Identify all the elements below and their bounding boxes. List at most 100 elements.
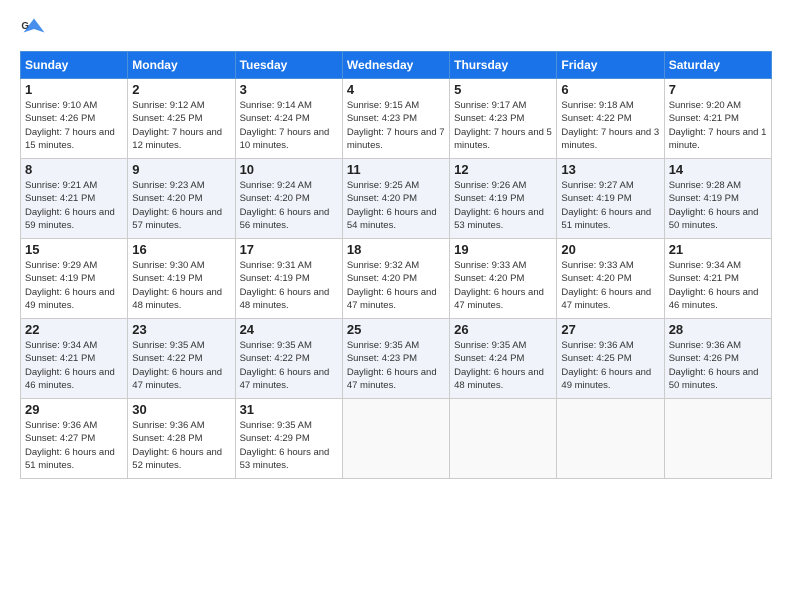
day-number: 8 xyxy=(25,162,123,177)
day-number: 18 xyxy=(347,242,445,257)
day-number: 30 xyxy=(132,402,230,417)
calendar-page: G SundayMondayTuesdayWednesdayThursdayFr… xyxy=(0,0,792,612)
calendar-cell xyxy=(557,399,664,479)
day-number: 2 xyxy=(132,82,230,97)
day-number: 17 xyxy=(240,242,338,257)
day-info: Sunrise: 9:35 AMSunset: 4:23 PMDaylight:… xyxy=(347,339,445,392)
day-info: Sunrise: 9:29 AMSunset: 4:19 PMDaylight:… xyxy=(25,259,123,312)
calendar-cell: 24 Sunrise: 9:35 AMSunset: 4:22 PMDaylig… xyxy=(235,319,342,399)
calendar-cell: 27 Sunrise: 9:36 AMSunset: 4:25 PMDaylig… xyxy=(557,319,664,399)
calendar-cell: 15 Sunrise: 9:29 AMSunset: 4:19 PMDaylig… xyxy=(21,239,128,319)
day-info: Sunrise: 9:24 AMSunset: 4:20 PMDaylight:… xyxy=(240,179,338,232)
day-number: 1 xyxy=(25,82,123,97)
logo-icon: G xyxy=(20,15,48,43)
day-info: Sunrise: 9:12 AMSunset: 4:25 PMDaylight:… xyxy=(132,99,230,152)
day-number: 29 xyxy=(25,402,123,417)
day-info: Sunrise: 9:31 AMSunset: 4:19 PMDaylight:… xyxy=(240,259,338,312)
day-info: Sunrise: 9:18 AMSunset: 4:22 PMDaylight:… xyxy=(561,99,659,152)
day-number: 14 xyxy=(669,162,767,177)
calendar-cell xyxy=(664,399,771,479)
calendar-cell xyxy=(450,399,557,479)
calendar-cell: 28 Sunrise: 9:36 AMSunset: 4:26 PMDaylig… xyxy=(664,319,771,399)
week-row-4: 22 Sunrise: 9:34 AMSunset: 4:21 PMDaylig… xyxy=(21,319,772,399)
header-row: SundayMondayTuesdayWednesdayThursdayFrid… xyxy=(21,52,772,79)
header-monday: Monday xyxy=(128,52,235,79)
logo: G xyxy=(20,15,52,43)
day-info: Sunrise: 9:15 AMSunset: 4:23 PMDaylight:… xyxy=(347,99,445,152)
calendar-cell: 17 Sunrise: 9:31 AMSunset: 4:19 PMDaylig… xyxy=(235,239,342,319)
calendar-cell: 23 Sunrise: 9:35 AMSunset: 4:22 PMDaylig… xyxy=(128,319,235,399)
calendar-cell: 16 Sunrise: 9:30 AMSunset: 4:19 PMDaylig… xyxy=(128,239,235,319)
calendar-cell: 20 Sunrise: 9:33 AMSunset: 4:20 PMDaylig… xyxy=(557,239,664,319)
day-info: Sunrise: 9:23 AMSunset: 4:20 PMDaylight:… xyxy=(132,179,230,232)
day-info: Sunrise: 9:14 AMSunset: 4:24 PMDaylight:… xyxy=(240,99,338,152)
day-info: Sunrise: 9:10 AMSunset: 4:26 PMDaylight:… xyxy=(25,99,123,152)
week-row-1: 1 Sunrise: 9:10 AMSunset: 4:26 PMDayligh… xyxy=(21,79,772,159)
day-info: Sunrise: 9:27 AMSunset: 4:19 PMDaylight:… xyxy=(561,179,659,232)
day-number: 23 xyxy=(132,322,230,337)
day-info: Sunrise: 9:35 AMSunset: 4:24 PMDaylight:… xyxy=(454,339,552,392)
day-number: 19 xyxy=(454,242,552,257)
day-number: 22 xyxy=(25,322,123,337)
calendar-cell: 30 Sunrise: 9:36 AMSunset: 4:28 PMDaylig… xyxy=(128,399,235,479)
day-number: 5 xyxy=(454,82,552,97)
day-info: Sunrise: 9:34 AMSunset: 4:21 PMDaylight:… xyxy=(669,259,767,312)
day-number: 26 xyxy=(454,322,552,337)
calendar-cell: 26 Sunrise: 9:35 AMSunset: 4:24 PMDaylig… xyxy=(450,319,557,399)
day-number: 15 xyxy=(25,242,123,257)
calendar-cell: 13 Sunrise: 9:27 AMSunset: 4:19 PMDaylig… xyxy=(557,159,664,239)
day-number: 31 xyxy=(240,402,338,417)
header-thursday: Thursday xyxy=(450,52,557,79)
day-number: 21 xyxy=(669,242,767,257)
calendar-cell: 14 Sunrise: 9:28 AMSunset: 4:19 PMDaylig… xyxy=(664,159,771,239)
calendar-cell: 12 Sunrise: 9:26 AMSunset: 4:19 PMDaylig… xyxy=(450,159,557,239)
calendar-cell: 22 Sunrise: 9:34 AMSunset: 4:21 PMDaylig… xyxy=(21,319,128,399)
calendar-cell: 6 Sunrise: 9:18 AMSunset: 4:22 PMDayligh… xyxy=(557,79,664,159)
calendar-cell: 19 Sunrise: 9:33 AMSunset: 4:20 PMDaylig… xyxy=(450,239,557,319)
calendar-cell: 7 Sunrise: 9:20 AMSunset: 4:21 PMDayligh… xyxy=(664,79,771,159)
header-sunday: Sunday xyxy=(21,52,128,79)
day-number: 12 xyxy=(454,162,552,177)
day-number: 20 xyxy=(561,242,659,257)
day-number: 28 xyxy=(669,322,767,337)
page-header: G xyxy=(20,15,772,43)
calendar-cell: 9 Sunrise: 9:23 AMSunset: 4:20 PMDayligh… xyxy=(128,159,235,239)
calendar-cell: 18 Sunrise: 9:32 AMSunset: 4:20 PMDaylig… xyxy=(342,239,449,319)
day-info: Sunrise: 9:32 AMSunset: 4:20 PMDaylight:… xyxy=(347,259,445,312)
day-number: 6 xyxy=(561,82,659,97)
day-info: Sunrise: 9:33 AMSunset: 4:20 PMDaylight:… xyxy=(454,259,552,312)
day-info: Sunrise: 9:17 AMSunset: 4:23 PMDaylight:… xyxy=(454,99,552,152)
header-friday: Friday xyxy=(557,52,664,79)
day-number: 3 xyxy=(240,82,338,97)
calendar-cell: 3 Sunrise: 9:14 AMSunset: 4:24 PMDayligh… xyxy=(235,79,342,159)
day-info: Sunrise: 9:36 AMSunset: 4:28 PMDaylight:… xyxy=(132,419,230,472)
day-info: Sunrise: 9:25 AMSunset: 4:20 PMDaylight:… xyxy=(347,179,445,232)
header-wednesday: Wednesday xyxy=(342,52,449,79)
calendar-cell: 25 Sunrise: 9:35 AMSunset: 4:23 PMDaylig… xyxy=(342,319,449,399)
day-number: 24 xyxy=(240,322,338,337)
day-number: 11 xyxy=(347,162,445,177)
week-row-2: 8 Sunrise: 9:21 AMSunset: 4:21 PMDayligh… xyxy=(21,159,772,239)
day-info: Sunrise: 9:35 AMSunset: 4:22 PMDaylight:… xyxy=(240,339,338,392)
day-info: Sunrise: 9:36 AMSunset: 4:26 PMDaylight:… xyxy=(669,339,767,392)
day-info: Sunrise: 9:28 AMSunset: 4:19 PMDaylight:… xyxy=(669,179,767,232)
day-number: 4 xyxy=(347,82,445,97)
day-info: Sunrise: 9:33 AMSunset: 4:20 PMDaylight:… xyxy=(561,259,659,312)
calendar-cell: 4 Sunrise: 9:15 AMSunset: 4:23 PMDayligh… xyxy=(342,79,449,159)
day-number: 9 xyxy=(132,162,230,177)
day-info: Sunrise: 9:21 AMSunset: 4:21 PMDaylight:… xyxy=(25,179,123,232)
day-info: Sunrise: 9:36 AMSunset: 4:25 PMDaylight:… xyxy=(561,339,659,392)
day-number: 10 xyxy=(240,162,338,177)
day-info: Sunrise: 9:20 AMSunset: 4:21 PMDaylight:… xyxy=(669,99,767,152)
day-number: 27 xyxy=(561,322,659,337)
day-info: Sunrise: 9:26 AMSunset: 4:19 PMDaylight:… xyxy=(454,179,552,232)
week-row-3: 15 Sunrise: 9:29 AMSunset: 4:19 PMDaylig… xyxy=(21,239,772,319)
day-number: 16 xyxy=(132,242,230,257)
day-info: Sunrise: 9:30 AMSunset: 4:19 PMDaylight:… xyxy=(132,259,230,312)
day-number: 13 xyxy=(561,162,659,177)
day-number: 25 xyxy=(347,322,445,337)
week-row-5: 29 Sunrise: 9:36 AMSunset: 4:27 PMDaylig… xyxy=(21,399,772,479)
day-info: Sunrise: 9:34 AMSunset: 4:21 PMDaylight:… xyxy=(25,339,123,392)
day-number: 7 xyxy=(669,82,767,97)
calendar-cell xyxy=(342,399,449,479)
